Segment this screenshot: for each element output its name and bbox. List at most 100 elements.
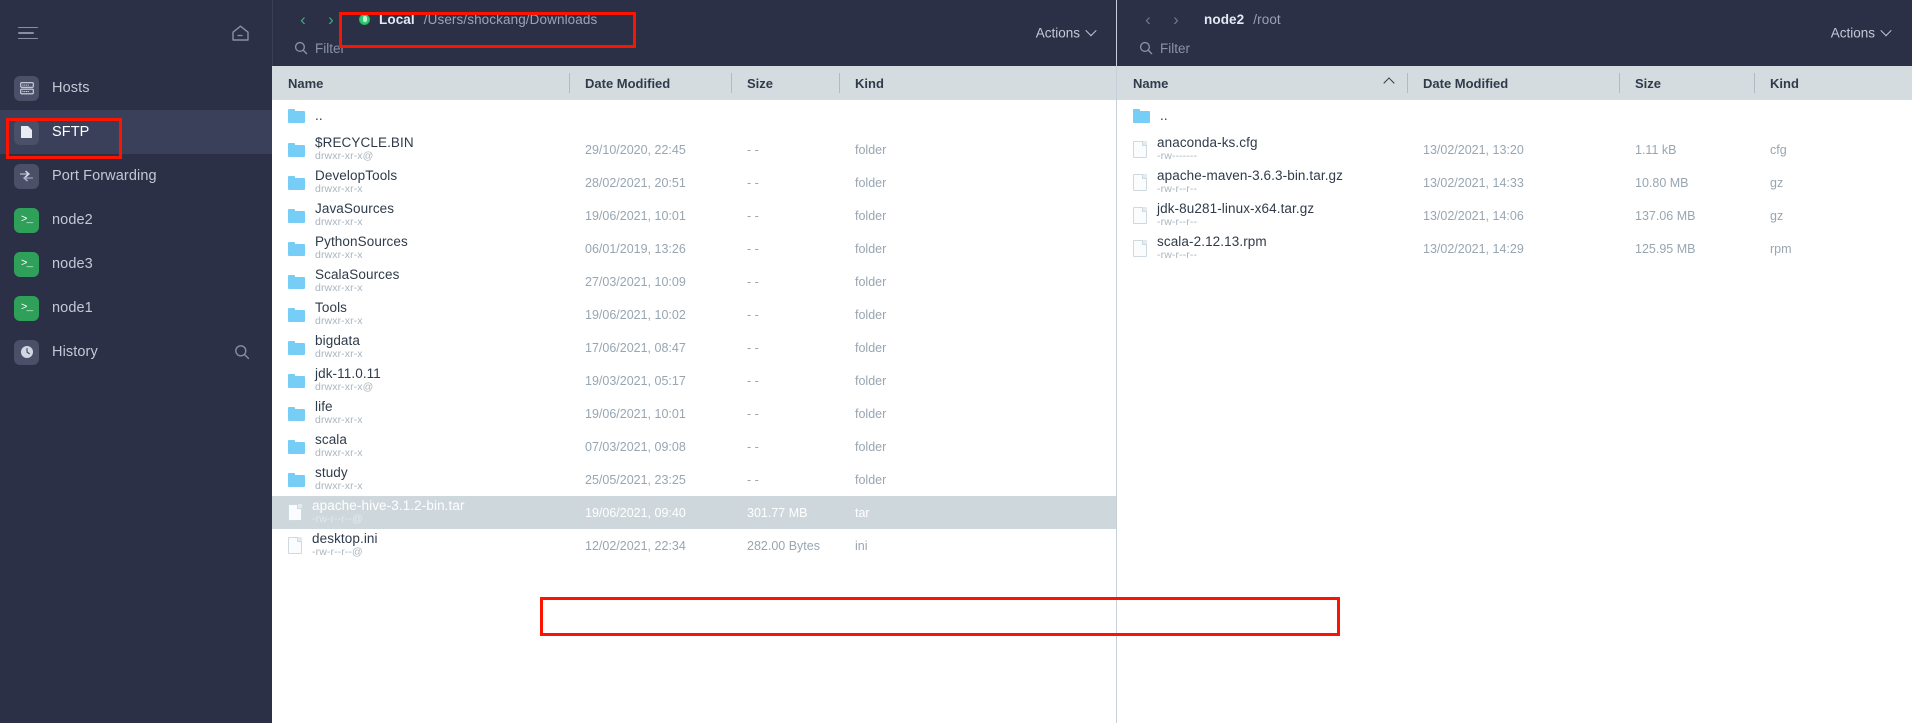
file-name: $RECYCLE.BIN [315, 135, 414, 151]
local-actions-button[interactable]: Actions [1036, 24, 1097, 41]
sidebar-item-label: node1 [52, 300, 93, 316]
node2-path-breadcrumb[interactable]: node2 /root [1195, 8, 1293, 31]
file-permissions: drwxr-xr-x [315, 315, 363, 328]
remote-filter-input[interactable]: Filter [1139, 41, 1190, 56]
table-row[interactable]: scala-2.12.13.rpm -rw-r--r-- 13/02/2021, 1… [1117, 232, 1912, 265]
table-row[interactable]: life drwxr-xr-x 19/06/2021, 10:01 - - folder [272, 397, 1117, 430]
remote-filter-row: Filter [1117, 34, 1890, 62]
table-row[interactable]: ScalaSources drwxr-xr-x 27/03/2021, 10:09 -… [272, 265, 1117, 298]
remote-file-list: .. anaconda-ks.cfg -rw------- 13/02/2021, 1… [1117, 100, 1912, 723]
sidebar-item-label: node2 [52, 212, 93, 228]
file-kind: folder [855, 406, 887, 421]
table-row[interactable]: $RECYCLE.BIN drwxr-xr-x@ 29/10/2020, 22:45… [272, 133, 1117, 166]
table-row[interactable]: PythonSources drwxr-xr-x 06/01/2019, 13:26… [272, 232, 1117, 265]
file-size: - - [747, 307, 759, 322]
file-size: - - [747, 373, 759, 388]
file-size: - - [747, 472, 759, 487]
main-area: ‹ › Local /Users/shockang/Downloads Filt… [272, 0, 1912, 723]
sidebar-item-port-forwarding[interactable]: Port Forwarding [0, 154, 272, 198]
hamburger-icon[interactable] [18, 26, 38, 40]
table-row[interactable]: .. [272, 100, 1117, 133]
forward-button[interactable]: › [1163, 6, 1189, 32]
remote-actions-label: Actions [1830, 25, 1875, 41]
table-row[interactable]: anaconda-ks.cfg -rw------- 13/02/2021, 13:… [1117, 133, 1912, 166]
local-pane: ‹ › Local /Users/shockang/Downloads Filt… [272, 0, 1340, 723]
file-kind: folder [855, 439, 887, 454]
file-date-modified: 19/06/2021, 10:01 [585, 406, 686, 421]
remote-column-headers: Name Date Modified Size Kind [1117, 66, 1912, 100]
local-filter-row: Filter [272, 34, 1095, 62]
local-file-list: .. $RECYCLE.BIN drwxr-xr-x@ 29/10/2020, 22:… [272, 100, 1117, 723]
file-permissions: -rw-r--r-- [1157, 249, 1198, 262]
table-row[interactable]: scala drwxr-xr-x 07/03/2021, 09:08 - - folde… [272, 430, 1117, 463]
home-icon[interactable] [231, 24, 250, 42]
column-header-name[interactable]: Name [272, 66, 569, 100]
terminal-icon: >_ [14, 207, 39, 233]
forward-button[interactable]: › [318, 6, 344, 32]
column-header-date-modified[interactable]: Date Modified [1407, 66, 1619, 100]
sort-ascending-icon [1383, 77, 1395, 89]
file-size: - - [747, 208, 759, 223]
history-search-icon[interactable] [234, 344, 250, 360]
sidebar-item-hosts[interactable]: Hosts [0, 66, 272, 110]
file-date-modified: 19/03/2021, 05:17 [585, 373, 686, 388]
column-header-size[interactable]: Size [731, 66, 839, 100]
file-size: 301.77 MB [747, 505, 808, 520]
table-row[interactable]: .. [1117, 100, 1912, 133]
sidebar-item-node3[interactable]: >_ node3 [0, 242, 272, 286]
file-date-modified: 28/02/2021, 20:51 [585, 175, 686, 190]
file-icon [288, 504, 302, 521]
column-header-date-modified[interactable]: Date Modified [569, 66, 731, 100]
column-header-kind[interactable]: Kind [1754, 66, 1912, 100]
file-kind: gz [1770, 175, 1784, 190]
file-kind: gz [1770, 208, 1784, 223]
file-name: jdk-11.0.11 [315, 366, 381, 382]
column-header-name[interactable]: Name [1117, 66, 1407, 100]
file-kind: folder [855, 373, 887, 388]
file-kind: cfg [1770, 142, 1787, 157]
file-name: desktop.ini [312, 531, 378, 547]
sidebar-item-label: History [52, 344, 98, 360]
table-row[interactable]: DevelopTools drwxr-xr-x 28/02/2021, 20:51 -… [272, 166, 1117, 199]
sidebar-item-node1[interactable]: >_ node1 [0, 286, 272, 330]
sidebar-item-label: node3 [52, 256, 93, 272]
port-forwarding-icon [14, 163, 39, 189]
file-permissions: drwxr-xr-x [315, 216, 363, 229]
local-filter-input[interactable]: Filter [294, 41, 345, 56]
file-size: 10.80 MB [1635, 175, 1689, 190]
table-row[interactable]: apache-maven-3.6.3-bin.tar.gz -rw-r--r-- 1… [1117, 166, 1912, 199]
folder-icon [288, 406, 305, 421]
file-date-modified: 17/06/2021, 08:47 [585, 340, 686, 355]
table-row[interactable]: bigdata drwxr-xr-x 17/06/2021, 08:47 - - fol… [272, 331, 1117, 364]
back-button[interactable]: ‹ [290, 6, 316, 32]
table-row[interactable]: desktop.ini -rw-r--r--@ 12/02/2021, 22:34 2… [272, 529, 1117, 562]
sidebar-item-node2[interactable]: >_ node2 [0, 198, 272, 242]
sidebar: Hosts SFTP Port Forwarding >_ node2 >_ n… [0, 0, 272, 723]
file-date-modified: 27/03/2021, 10:09 [585, 274, 686, 289]
sidebar-item-label: Port Forwarding [52, 168, 157, 184]
remote-actions-button[interactable]: Actions [1830, 24, 1892, 41]
back-button[interactable]: ‹ [1135, 6, 1161, 32]
column-header-size[interactable]: Size [1619, 66, 1754, 100]
clock-icon [14, 339, 39, 365]
sidebar-item-sftp[interactable]: SFTP [0, 110, 272, 154]
local-path-breadcrumb[interactable]: Local /Users/shockang/Downloads [350, 8, 609, 31]
remote-pane-header: ‹ › node2 /root Filter Actions [1117, 0, 1912, 66]
table-row[interactable]: apache-hive-3.1.2-bin.tar -rw-r--r--@ 19/0… [272, 496, 1117, 529]
file-name: DevelopTools [315, 168, 398, 184]
file-name: study [315, 465, 348, 481]
table-row[interactable]: Tools drwxr-xr-x 19/06/2021, 10:02 - - folde… [272, 298, 1117, 331]
table-row[interactable]: study drwxr-xr-x 25/05/2021, 23:25 - - folde… [272, 463, 1117, 496]
table-row[interactable]: JavaSources drwxr-xr-x 19/06/2021, 10:01 - … [272, 199, 1117, 232]
folder-icon [288, 109, 305, 124]
sidebar-item-history[interactable]: History [0, 330, 272, 374]
local-pane-header: ‹ › Local /Users/shockang/Downloads Filt… [272, 0, 1117, 66]
folder-icon [1133, 109, 1150, 124]
file-size: - - [747, 142, 759, 157]
folder-icon [288, 274, 305, 289]
file-permissions: -rw-r--r-- [1157, 183, 1198, 196]
table-row[interactable]: jdk-8u281-linux-x64.tar.gz -rw-r--r-- 13/0… [1117, 199, 1912, 232]
column-header-kind[interactable]: Kind [839, 66, 1117, 100]
table-row[interactable]: jdk-11.0.11 drwxr-xr-x@ 19/03/2021, 05:17 -… [272, 364, 1117, 397]
remote-host-label: node2 [1204, 11, 1245, 27]
